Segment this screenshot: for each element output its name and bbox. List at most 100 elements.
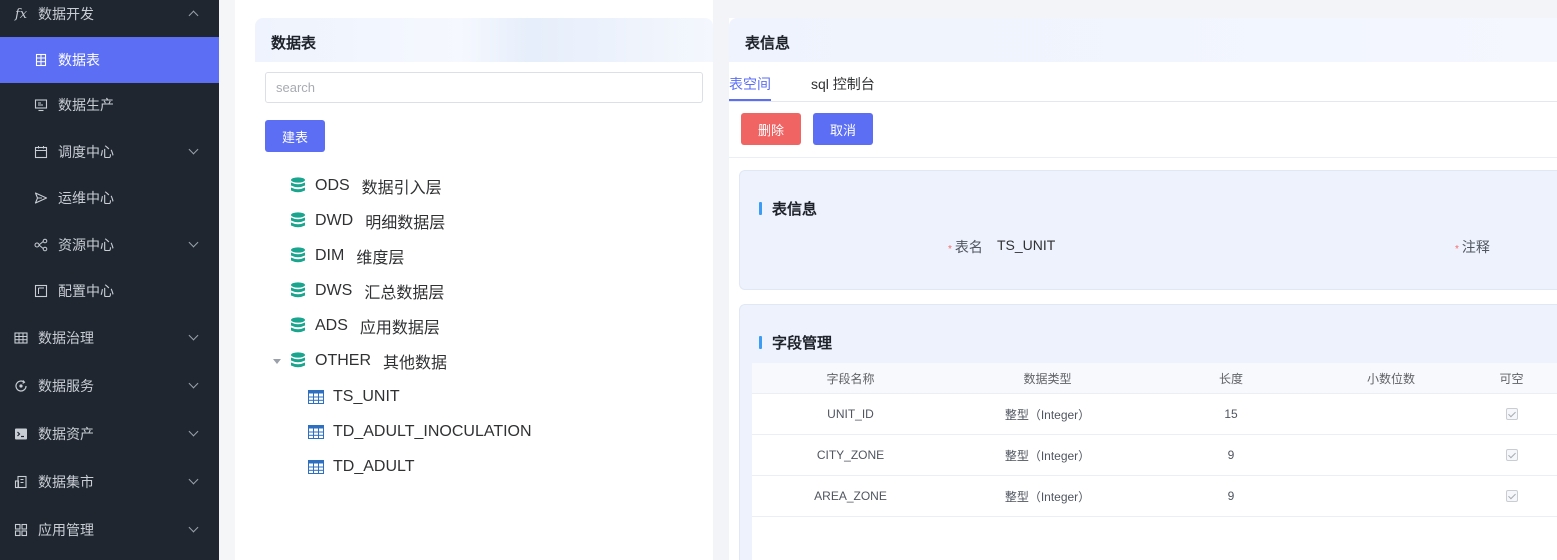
nullable-cell: [1466, 435, 1557, 475]
tab-tablespace[interactable]: 表空间: [729, 74, 771, 94]
card-title: 字段管理: [759, 332, 832, 353]
column-header: 小数位数: [1366, 371, 1415, 386]
tree-node-code: ODS: [315, 177, 350, 194]
table-name-value[interactable]: TS_UNIT: [997, 237, 1055, 253]
label-text: 表名: [954, 239, 983, 255]
card-title-text: 表信息: [772, 201, 818, 218]
title-accent-bar: [759, 336, 762, 349]
nullable-checkbox[interactable]: [1505, 408, 1518, 420]
caret-down-icon[interactable]: [273, 359, 281, 364]
terminal-icon: [15, 428, 27, 440]
sidebar-item-data-service[interactable]: 数据服务: [0, 363, 219, 409]
title-accent-bar: [759, 202, 762, 215]
field-name-cell: UNIT_ID: [827, 407, 874, 421]
sidebar-item-data-development[interactable]: fx 数据开发: [0, 0, 219, 37]
tree-node-code: DWD: [315, 212, 354, 229]
table-detail-header: 表信息: [729, 18, 1557, 62]
sidebar-item-data-mart[interactable]: 数据集市: [0, 459, 219, 505]
tree-node-dwd[interactable]: DWD 明细数据层: [290, 207, 445, 235]
tree-node-code: TD_ADULT: [333, 458, 415, 475]
sidebar-item-scheduling-center[interactable]: 调度中心: [0, 129, 219, 175]
required-mark: *: [948, 244, 952, 255]
sidebar-item-ops-center[interactable]: 运维中心: [0, 175, 219, 221]
sidebar-item-label: 数据集市: [38, 474, 94, 490]
nullable-cell: [1466, 476, 1557, 516]
function-icon: fx: [15, 6, 28, 22]
fields-table: 字段名称 数据类型 长度 小数位数 可空 UNIT_ID 整型（Integer）…: [752, 363, 1557, 560]
tree-node-code: TD_ADULT_INOCULATION: [333, 423, 532, 440]
tree-node-ods[interactable]: ODS 数据引入层: [290, 172, 442, 200]
tree-node-dws[interactable]: DWS 汇总数据层: [290, 277, 444, 305]
nullable-checkbox[interactable]: [1505, 490, 1518, 502]
apps-grid-icon: [14, 523, 28, 537]
chevron-down-icon: [188, 378, 199, 389]
share-nodes-icon: [34, 238, 48, 252]
tree-node-name: 明细数据层: [365, 215, 446, 232]
sidebar-item-resource-center[interactable]: 资源中心: [0, 222, 219, 268]
tree-node-name: 数据引入层: [361, 180, 442, 197]
tree-node-code: DIM: [315, 247, 345, 264]
table-list-header: 数据表: [255, 18, 713, 62]
chevron-down-icon: [188, 474, 199, 485]
tabs-divider: [729, 101, 1557, 102]
sidebar-item-data-governance[interactable]: 数据治理: [0, 315, 219, 361]
tree-node-td-adult[interactable]: TD_ADULT: [308, 453, 415, 481]
send-icon: [34, 192, 48, 204]
create-table-button[interactable]: 建表: [265, 120, 325, 152]
sidebar-item-data-table[interactable]: 数据表: [0, 37, 219, 83]
column-header: 数据类型: [1023, 371, 1072, 386]
tree-node-name: 维度层: [356, 250, 405, 267]
sidebar-item-app-management[interactable]: 应用管理: [0, 507, 219, 553]
sidebar-item-label: 数据服务: [38, 378, 94, 394]
building-icon: [14, 475, 27, 489]
active-tab-indicator: [729, 99, 771, 101]
table-icon: [308, 460, 324, 474]
sidebar-item-label: 资源中心: [58, 237, 114, 253]
calendar-icon: [34, 146, 48, 159]
tree-node-dim[interactable]: DIM 维度层: [290, 242, 404, 270]
database-icon: [291, 177, 305, 193]
chevron-down-icon: [188, 237, 199, 248]
field-length-cell: 15: [1224, 407, 1238, 421]
nullable-checkbox[interactable]: [1505, 449, 1518, 461]
sidebar-item-config-center[interactable]: 配置中心: [0, 268, 219, 314]
database-icon: [291, 317, 305, 333]
chevron-down-icon: [188, 426, 199, 437]
sidebar-item-label: 调度中心: [58, 144, 114, 160]
refresh-gear-icon: [15, 380, 27, 392]
table-icon: [308, 390, 324, 404]
sidebar-item-label: 数据治理: [38, 330, 94, 346]
database-icon: [291, 212, 305, 228]
nullable-cell: [1466, 394, 1557, 434]
comment-label: * 注释: [1455, 237, 1490, 257]
tree-node-name: 其他数据: [383, 355, 448, 372]
label-text: 注释: [1461, 239, 1490, 255]
tree-node-other[interactable]: OTHER 其他数据: [290, 347, 447, 375]
tree-node-code: ADS: [315, 317, 348, 334]
search-input[interactable]: [265, 72, 703, 103]
field-length-cell: 9: [1227, 489, 1235, 503]
tree-node-td-adult-inoculation[interactable]: TD_ADULT_INOCULATION: [308, 418, 532, 446]
database-icon: [291, 247, 305, 263]
sidebar-item-data-assets[interactable]: 数据资产: [0, 411, 219, 457]
field-name-cell: AREA_ZONE: [814, 489, 887, 503]
tab-sql-console[interactable]: sql 控制台: [811, 74, 875, 94]
database-icon: [291, 352, 305, 368]
table-name-label: * 表名: [948, 237, 983, 257]
tree-node-ads[interactable]: ADS 应用数据层: [290, 312, 440, 340]
field-type-cell: 整型（Integer）: [1004, 407, 1091, 422]
delete-button[interactable]: 删除: [741, 113, 801, 145]
tree-node-code: OTHER: [315, 352, 371, 369]
field-type-cell: 整型（Integer）: [1004, 489, 1091, 504]
tree-node-code: TS_UNIT: [333, 388, 400, 405]
cancel-button[interactable]: 取消: [813, 113, 873, 145]
sidebar-item-data-production[interactable]: 数据生产: [0, 82, 219, 128]
database-icon: [291, 282, 305, 298]
table-row: UNIT_ID 整型（Integer） 15: [752, 394, 1557, 435]
chevron-down-icon: [188, 330, 199, 341]
table-grid-icon: [35, 53, 47, 67]
config-board-icon: [34, 284, 48, 298]
tree-node-ts-unit[interactable]: TS_UNIT: [308, 383, 400, 411]
column-header: 长度: [1218, 371, 1243, 386]
sidebar-item-label: 数据表: [58, 52, 100, 68]
